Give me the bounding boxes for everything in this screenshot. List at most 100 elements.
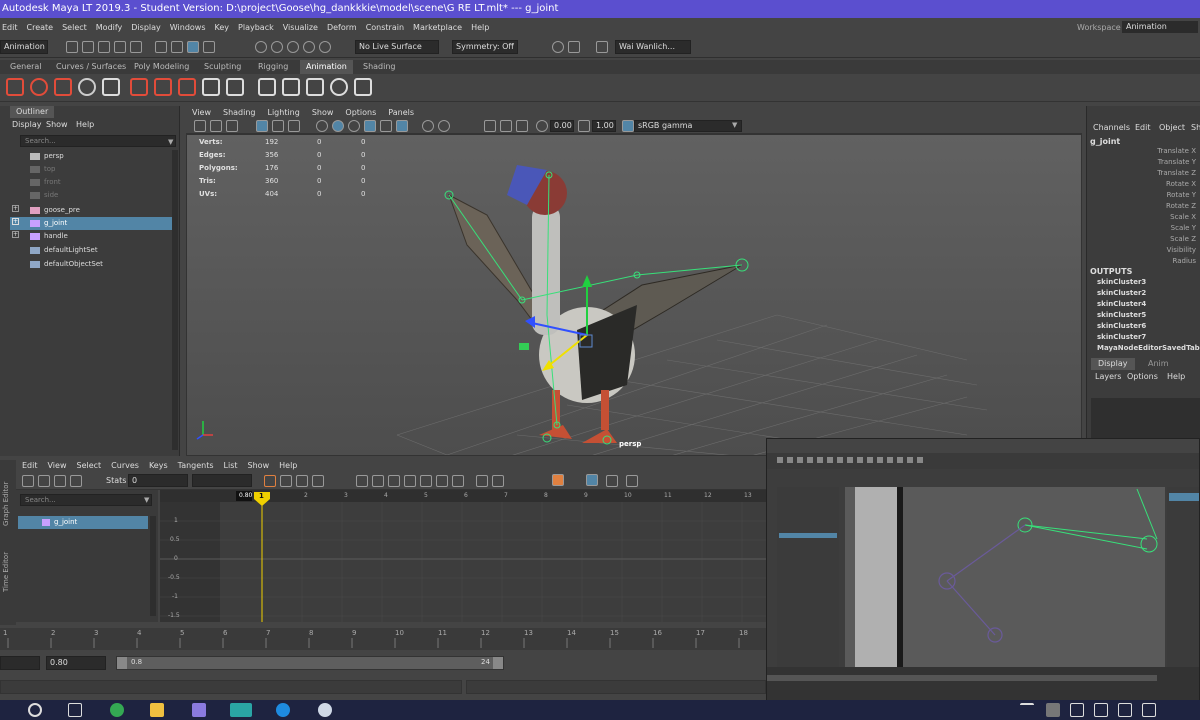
chrome-icon[interactable] (110, 703, 124, 717)
workspace-select[interactable]: Animation (1122, 21, 1198, 33)
layer-menu-help[interactable]: Help (1167, 371, 1185, 383)
attr-rotate-y[interactable]: Rotate Y (1167, 191, 1196, 199)
menu-create[interactable]: Create (27, 23, 54, 32)
key-all-icon[interactable] (178, 78, 196, 96)
unify-tangents-icon[interactable] (492, 475, 504, 487)
key-rotate-icon[interactable] (130, 78, 148, 96)
chevron-down-icon[interactable]: ▼ (168, 138, 173, 146)
attr-translate-z[interactable]: Translate Z (1157, 169, 1196, 177)
linear-tangent-icon[interactable] (404, 475, 416, 487)
graph-menu-help[interactable]: Help (279, 460, 297, 472)
outliner-tab[interactable]: Outliner (10, 106, 55, 118)
auto-tangent-icon[interactable] (356, 475, 368, 487)
menu-key[interactable]: Key (215, 23, 230, 32)
menu-constrain[interactable]: Constrain (366, 23, 404, 32)
output-node-editor-saved-tabs[interactable]: MayaNodeEditorSavedTabs (1097, 344, 1200, 352)
smooth-shade-icon[interactable] (332, 120, 344, 132)
plateau-tangent-icon[interactable] (452, 475, 464, 487)
attr-scale-z[interactable]: Scale Z (1170, 235, 1196, 243)
channel-box-node-name[interactable]: g_joint (1090, 136, 1120, 148)
frame-playback-icon[interactable] (296, 475, 308, 487)
select-hierarchy-icon[interactable] (155, 41, 167, 53)
attr-translate-x[interactable]: Translate X (1157, 147, 1196, 155)
menu-windows[interactable]: Windows (170, 23, 206, 32)
output-skin-cluster-3[interactable]: skinCluster3 (1097, 278, 1146, 286)
graph-menu-show[interactable]: Show (248, 460, 270, 472)
symmetry-select[interactable]: Symmetry: Off (452, 40, 518, 54)
graph-outliner-item-g-joint[interactable]: g_joint (18, 516, 148, 529)
motion-path-icon[interactable] (78, 78, 96, 96)
volume-icon[interactable] (1094, 703, 1108, 717)
select-component-icon[interactable] (187, 41, 199, 53)
xray-joints-icon[interactable] (438, 120, 450, 132)
camera-attributes-icon[interactable] (210, 120, 222, 132)
snap-pivot-icon[interactable] (319, 41, 331, 53)
attr-translate-y[interactable]: Translate Y (1158, 158, 1196, 166)
xray-icon[interactable] (422, 120, 434, 132)
set-key-icon[interactable] (6, 78, 24, 96)
snap-view-icon[interactable] (287, 41, 299, 53)
frame-all-icon[interactable] (264, 475, 276, 487)
mode-menu-select[interactable]: Animation (0, 40, 48, 54)
graph-search-input[interactable]: Search... (20, 494, 152, 506)
isolate-select-icon[interactable] (484, 120, 496, 132)
select-object-icon[interactable] (171, 41, 183, 53)
outliner-menu-help[interactable]: Help (76, 119, 94, 131)
spline-tangent-icon[interactable] (372, 475, 384, 487)
time-slider[interactable]: 1 2 3 4 5 6 7 8 9 10 11 12 13 14 15 16 1… (0, 628, 770, 650)
stats-field-2[interactable] (192, 474, 252, 487)
multisample-icon[interactable] (516, 120, 528, 132)
attr-visibility[interactable]: Visibility (1167, 246, 1196, 254)
attr-scale-x[interactable]: Scale X (1170, 213, 1196, 221)
channel-box-menu-edit[interactable]: Edit (1135, 122, 1151, 134)
file-explorer-icon[interactable] (150, 703, 164, 717)
key-translate-icon[interactable] (54, 78, 72, 96)
hud-icon[interactable] (500, 120, 512, 132)
graph-editor-curve-area[interactable]: 1 0.80 2 3 4 5 6 7 8 9 10 11 12 13 1 0.5… (160, 490, 766, 622)
expand-icon[interactable]: + (12, 205, 19, 212)
viewport-menu-options[interactable]: Options (345, 106, 376, 119)
graph-menu-keys[interactable]: Keys (149, 460, 168, 472)
layer-menu-options[interactable]: Options (1127, 371, 1158, 383)
shadows-icon[interactable] (396, 120, 408, 132)
orient-constraint-icon[interactable] (282, 78, 300, 96)
shelf-tab-sculpting[interactable]: Sculpting (198, 60, 247, 74)
layer-menu-layers[interactable]: Layers (1095, 371, 1121, 383)
expand-icon[interactable]: + (12, 231, 19, 238)
menu-edit[interactable]: Edit (2, 23, 18, 32)
playback-start-field[interactable]: 0.80 (46, 656, 106, 670)
live-surface-field[interactable]: No Live Surface (355, 40, 439, 54)
layer-list[interactable] (1091, 398, 1200, 438)
snap-point-icon[interactable] (271, 41, 283, 53)
flat-tangent-icon[interactable] (420, 475, 432, 487)
step-tangent-icon[interactable] (436, 475, 448, 487)
break-tangents-icon[interactable] (476, 475, 488, 487)
shelf-tab-curves-surfaces[interactable]: Curves / Surfaces (50, 60, 132, 74)
viewport-menu-show[interactable]: Show (312, 106, 334, 119)
normalize-icon[interactable] (586, 474, 598, 486)
tray-app-icon[interactable] (1046, 703, 1060, 717)
buffer-curve-icon[interactable] (552, 474, 564, 486)
snap-surface-icon[interactable] (303, 41, 315, 53)
textured-icon[interactable] (364, 120, 376, 132)
grid-icon[interactable] (256, 120, 268, 132)
tab-graph-editor[interactable]: Graph Editor (2, 466, 14, 526)
layer-tab-display[interactable]: Display (1091, 358, 1135, 370)
exposure-field[interactable]: 0.00 (550, 120, 574, 132)
output-skin-cluster-4[interactable]: skinCluster4 (1097, 300, 1146, 308)
open-scene-icon[interactable] (82, 41, 94, 53)
region-key-icon[interactable] (70, 475, 82, 487)
start-time-field[interactable] (0, 656, 40, 670)
aim-constraint-icon[interactable] (258, 78, 276, 96)
snap-grid-icon[interactable] (203, 41, 215, 53)
shelf-tab-rigging[interactable]: Rigging (252, 60, 294, 74)
breakdown-key-icon[interactable] (30, 78, 48, 96)
ipr-pause-icon[interactable] (568, 41, 580, 53)
curve-filter-icon[interactable] (606, 475, 618, 487)
viewport-menu-lighting[interactable]: Lighting (267, 106, 299, 119)
hypershade-icon[interactable] (596, 41, 608, 53)
pole-vector-icon[interactable] (306, 78, 324, 96)
shelf-tab-poly-modeling[interactable]: Poly Modeling (128, 60, 195, 74)
menu-select[interactable]: Select (62, 23, 87, 32)
outliner-item-g-joint[interactable]: + g_joint (10, 217, 172, 230)
